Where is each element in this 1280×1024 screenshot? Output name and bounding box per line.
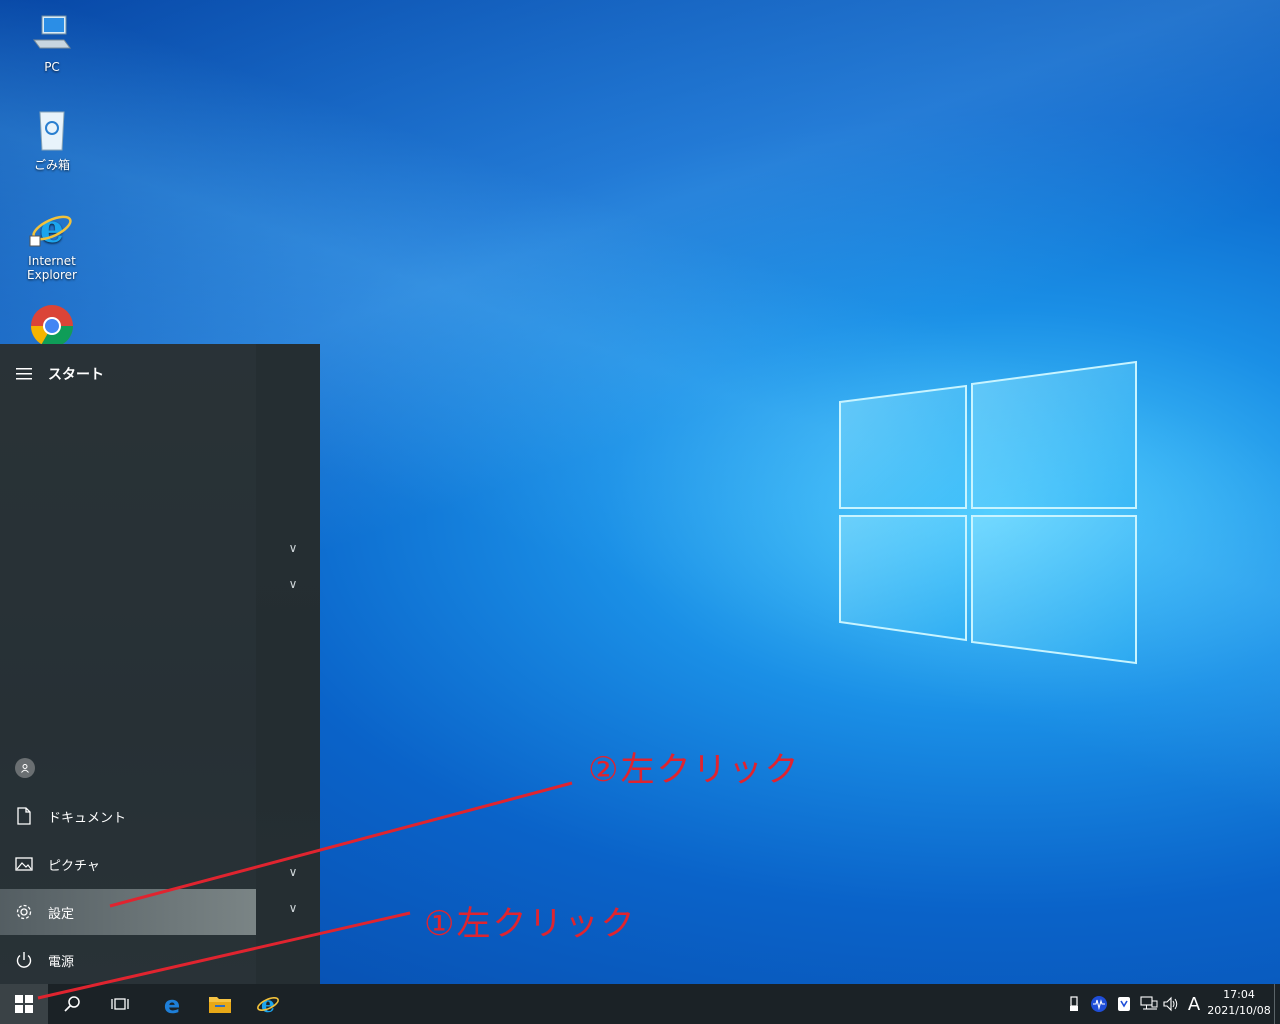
svg-text:e: e	[40, 206, 64, 251]
chevron-down-icon[interactable]: ∨	[283, 862, 303, 882]
usb-icon[interactable]	[1064, 984, 1084, 1024]
start-button[interactable]	[0, 984, 48, 1024]
document-icon	[0, 807, 48, 825]
task-view-icon	[111, 998, 129, 1010]
desktop-icon-label: Internet Explorer	[27, 254, 77, 282]
show-desktop-button[interactable]	[1275, 984, 1280, 1024]
start-menu: スタート ∨ ∨ ∨ ∨ ドキュメント ピクチャ 設定 電源	[0, 344, 320, 984]
desktop-icon-label: PC	[44, 60, 60, 74]
chevron-down-icon[interactable]: ∨	[283, 538, 303, 558]
windows-logo-wallpaper	[839, 360, 1137, 665]
power-icon	[0, 951, 48, 969]
desktop-icon-recycle-bin[interactable]: ごみ箱	[4, 106, 100, 173]
start-menu-header: スタート	[0, 358, 256, 390]
start-menu-rail	[0, 344, 256, 984]
desktop-icon-internet-explorer[interactable]: e Internet Explorer	[4, 204, 100, 282]
windows-start-icon	[15, 995, 33, 1013]
annotation-step2: ②左クリック	[588, 750, 801, 790]
svg-text:e: e	[261, 992, 275, 1017]
edge-taskbar-button[interactable]: e	[148, 984, 196, 1024]
search-button[interactable]	[48, 984, 96, 1024]
desktop-icon-pc[interactable]: PC	[4, 10, 100, 74]
folder-icon	[209, 997, 231, 1013]
internet-explorer-taskbar-button[interactable]: e	[244, 984, 292, 1024]
start-item-documents[interactable]: ドキュメント	[0, 793, 256, 839]
edge-icon: e	[164, 992, 180, 1016]
security-icon[interactable]	[1114, 984, 1134, 1024]
start-item-label: ピクチャ	[48, 858, 100, 874]
pc-icon	[28, 10, 76, 58]
recycle-bin-icon	[28, 106, 76, 154]
start-item-label: 設定	[48, 906, 75, 922]
search-icon	[64, 996, 80, 1012]
taskbar-clock[interactable]: 17:04 2021/10/08	[1204, 987, 1274, 1019]
start-item-label: ドキュメント	[48, 810, 127, 826]
ime-indicator[interactable]: A	[1184, 984, 1204, 1024]
taskbar: e e A 17:04 2021/10/08	[0, 984, 1280, 1024]
start-item-settings[interactable]: 設定	[0, 889, 256, 935]
network-icon[interactable]	[1138, 984, 1160, 1024]
internet-explorer-icon: e	[28, 204, 76, 252]
chrome-icon	[28, 302, 76, 350]
start-menu-tiles	[256, 344, 320, 984]
file-explorer-taskbar-button[interactable]	[196, 984, 244, 1024]
chevron-down-icon[interactable]: ∨	[283, 898, 303, 918]
desktop-icon-label: ごみ箱	[33, 158, 70, 172]
user-avatar-icon[interactable]	[15, 758, 35, 778]
task-view-button[interactable]	[96, 984, 144, 1024]
svg-text:e: e	[164, 992, 180, 1016]
audio-driver-icon[interactable]	[1088, 984, 1110, 1024]
start-item-power[interactable]: 電源	[0, 937, 256, 983]
volume-icon[interactable]	[1160, 984, 1182, 1024]
annotation-step1: ①左クリック	[424, 904, 637, 944]
start-menu-title: スタート	[48, 367, 104, 383]
start-item-pictures[interactable]: ピクチャ	[0, 841, 256, 887]
clock-date: 2021/10/08	[1207, 1004, 1271, 1017]
chevron-down-icon[interactable]: ∨	[283, 574, 303, 594]
gear-icon	[0, 903, 48, 921]
pictures-icon	[0, 857, 48, 871]
internet-explorer-icon: e	[257, 992, 279, 1017]
clock-time: 17:04	[1223, 988, 1255, 1001]
start-item-label: 電源	[48, 954, 75, 970]
hamburger-menu-icon[interactable]	[0, 358, 48, 390]
